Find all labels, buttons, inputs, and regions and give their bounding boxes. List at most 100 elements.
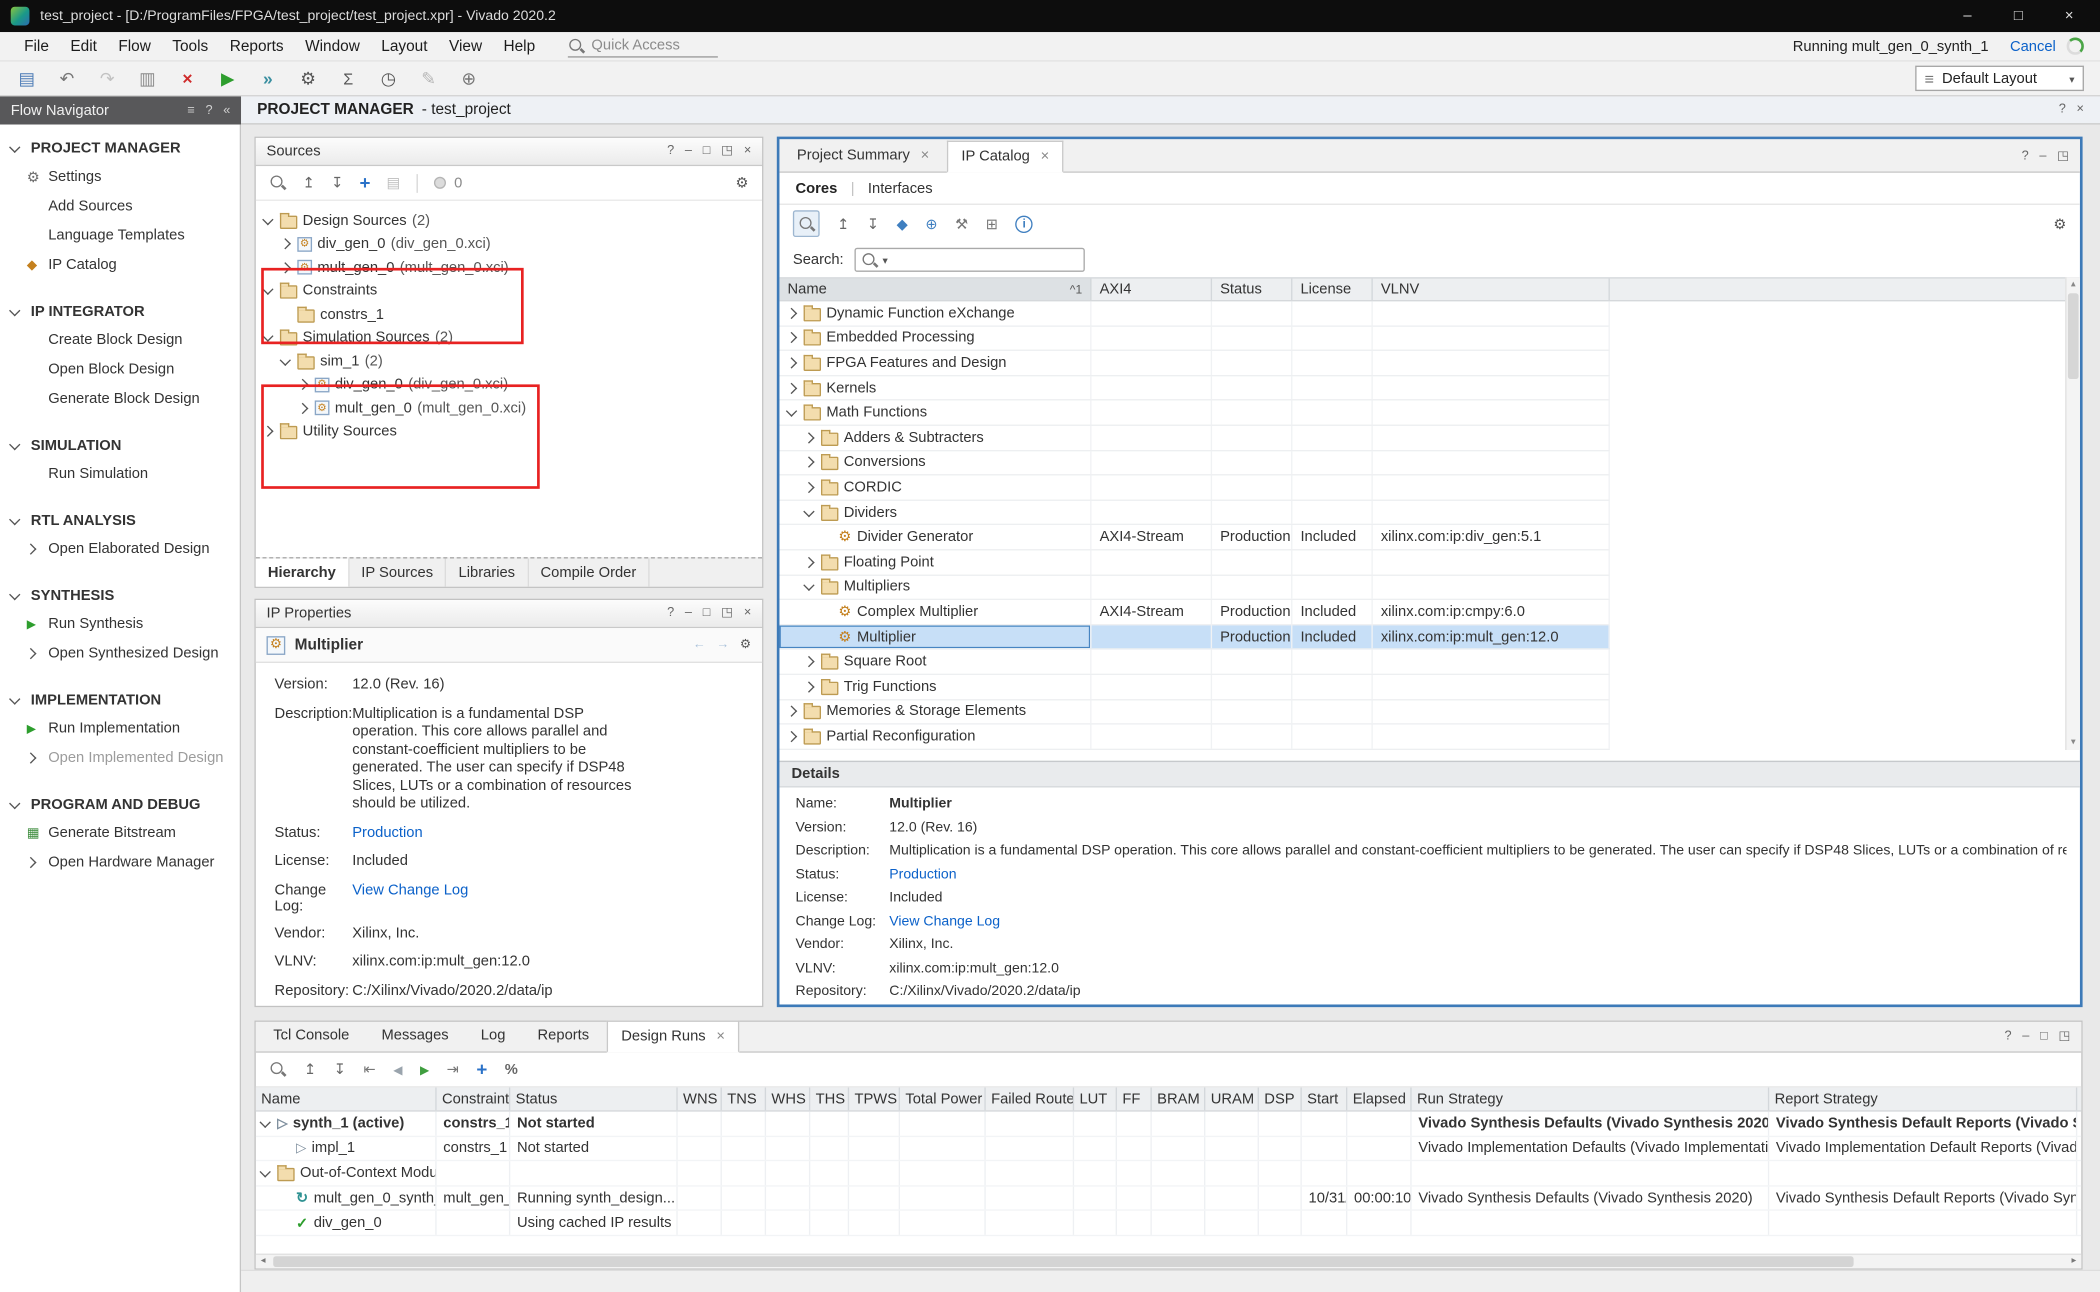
- chevron-right-icon[interactable]: [297, 379, 308, 390]
- chevron-right-icon[interactable]: [803, 681, 814, 692]
- flow-item-run-synthesis[interactable]: Run Synthesis: [0, 609, 240, 638]
- flow-item-open-block-design[interactable]: Open Block Design: [0, 355, 240, 384]
- chevron-right-icon[interactable]: [803, 556, 814, 567]
- collapse-all-icon[interactable]: [304, 1061, 316, 1078]
- run-icon[interactable]: [217, 68, 238, 89]
- column-header-lut[interactable]: LUT: [1074, 1088, 1117, 1111]
- sources-tab-ip-sources[interactable]: IP Sources: [349, 558, 446, 586]
- catalog-row-floating-point[interactable]: Floating Point: [779, 550, 1609, 575]
- chevron-down-icon[interactable]: [803, 580, 814, 591]
- gear-icon[interactable]: [740, 638, 751, 651]
- run-row-synth-1-active[interactable]: synth_1 (active)constrs_1Not startedViva…: [256, 1112, 2081, 1137]
- chevron-down-icon[interactable]: [280, 354, 291, 365]
- expand-all-icon[interactable]: [334, 1061, 346, 1078]
- chevron-down-icon[interactable]: [9, 798, 20, 809]
- column-header-license[interactable]: License: [1292, 279, 1372, 300]
- menu-file[interactable]: File: [13, 35, 59, 56]
- flow-item-open-hardware-manager[interactable]: Open Hardware Manager: [0, 848, 240, 877]
- column-header-axi4[interactable]: AXI4: [1092, 279, 1213, 300]
- source-item-div-gen-0[interactable]: div_gen_0(div_gen_0.xci): [256, 373, 762, 396]
- field-value[interactable]: View Change Log: [889, 913, 1000, 929]
- source-item-div-gen-0[interactable]: div_gen_0(div_gen_0.xci): [256, 232, 762, 255]
- history-icon[interactable]: [378, 68, 399, 89]
- horizontal-scrollbar[interactable]: [256, 1254, 2081, 1269]
- source-item-utility-sources[interactable]: Utility Sources: [256, 420, 762, 443]
- flow-item-run-implementation[interactable]: Run Implementation: [0, 714, 240, 743]
- close-icon[interactable]: [716, 1029, 725, 1045]
- catalog-row-partial-reconfiguration[interactable]: Partial Reconfiguration: [779, 725, 1609, 750]
- export-spreadsheet-icon[interactable]: [986, 215, 998, 232]
- tab-tcl-console[interactable]: Tcl Console: [258, 1019, 364, 1051]
- chevron-right-icon[interactable]: [280, 238, 291, 249]
- catalog-row-adders-subtracters[interactable]: Adders & Subtracters: [779, 426, 1609, 451]
- chevron-right-icon[interactable]: [786, 332, 797, 343]
- step-back-icon[interactable]: [393, 1061, 402, 1077]
- sources-tab-compile-order[interactable]: Compile Order: [528, 558, 649, 586]
- save-icon[interactable]: [16, 68, 37, 89]
- scroll-right-icon[interactable]: [2067, 1255, 2082, 1268]
- chevron-right-icon[interactable]: [786, 307, 797, 318]
- maximize-icon[interactable]: [703, 145, 711, 158]
- catalog-row-fpga-features-and-design[interactable]: FPGA Features and Design: [779, 351, 1609, 376]
- column-header-name[interactable]: Name^1: [779, 279, 1091, 300]
- add-sources-icon[interactable]: [360, 173, 371, 192]
- column-header-whs[interactable]: WHS: [766, 1088, 810, 1111]
- menu-layout[interactable]: Layout: [371, 35, 439, 56]
- close-icon[interactable]: [744, 607, 751, 620]
- run-row-mult-gen-0-synth-1[interactable]: mult_gen_0_synth_1mult_gen_0Running synt…: [256, 1186, 2081, 1211]
- catalog-row-cordic[interactable]: CORDIC: [779, 476, 1609, 501]
- catalog-row-complex-multiplier[interactable]: Complex MultiplierAXI4-StreamProductionI…: [779, 600, 1609, 625]
- minimize-icon[interactable]: [2022, 1030, 2029, 1043]
- flow-item-language-templates[interactable]: Language Templates: [0, 221, 240, 250]
- minimize-icon[interactable]: [685, 607, 692, 620]
- column-header-status[interactable]: Status: [510, 1088, 677, 1111]
- flow-item-create-block-design[interactable]: Create Block Design: [0, 325, 240, 354]
- float-icon[interactable]: [2059, 1030, 2071, 1043]
- help-icon[interactable]: [2022, 150, 2029, 163]
- help-icon[interactable]: [667, 607, 674, 620]
- chevron-down-icon[interactable]: [803, 505, 814, 516]
- scroll-down-icon[interactable]: [2067, 735, 2080, 750]
- field-value[interactable]: View Change Log: [352, 882, 639, 914]
- close-icon[interactable]: [921, 147, 930, 163]
- chevron-down-icon[interactable]: [259, 1166, 270, 1177]
- catalog-row-multipliers[interactable]: Multipliers: [779, 575, 1609, 600]
- undo-icon[interactable]: [56, 68, 77, 89]
- tab-project-summary[interactable]: Project Summary: [782, 139, 944, 171]
- column-header-ths[interactable]: THS: [810, 1088, 849, 1111]
- source-item-design-sources[interactable]: Design Sources(2): [256, 209, 762, 232]
- help-icon[interactable]: [2004, 1030, 2011, 1043]
- back-icon[interactable]: [693, 638, 706, 651]
- run-row-div-gen-0[interactable]: div_gen_0Using cached IP results: [256, 1211, 2081, 1236]
- catalog-row-trig-functions[interactable]: Trig Functions: [779, 675, 1609, 700]
- close-button[interactable]: [2060, 8, 2079, 24]
- report-summary-icon[interactable]: [338, 68, 359, 89]
- launch-runs-icon[interactable]: [420, 1061, 429, 1077]
- sources-tab-libraries[interactable]: Libraries: [446, 558, 528, 586]
- chevron-down-icon[interactable]: [262, 284, 273, 295]
- flow-section-header-project-manager[interactable]: PROJECT MANAGER: [0, 135, 240, 162]
- column-header-wns[interactable]: WNS: [678, 1088, 722, 1111]
- flow-section-header-simulation[interactable]: SIMULATION: [0, 433, 240, 460]
- flow-section-header-synthesis[interactable]: SYNTHESIS: [0, 583, 240, 610]
- quick-access-search[interactable]: Quick Access: [567, 35, 717, 58]
- source-item-mult-gen-0[interactable]: mult_gen_0(mult_gen_0.xci): [256, 396, 762, 419]
- create-runs-icon[interactable]: [476, 1060, 487, 1079]
- chevron-right-icon[interactable]: [262, 426, 273, 437]
- column-header-elapsed[interactable]: Elapsed: [1347, 1088, 1411, 1111]
- menu-edit[interactable]: Edit: [60, 35, 108, 56]
- maximize-icon[interactable]: [2040, 1030, 2048, 1043]
- column-header-constraints[interactable]: Constraints: [437, 1088, 511, 1111]
- collapse-all-icon[interactable]: [303, 174, 315, 191]
- column-header-name[interactable]: Name: [256, 1088, 437, 1111]
- flow-item-open-elaborated-design[interactable]: Open Elaborated Design: [0, 534, 240, 563]
- minimize-icon[interactable]: [2039, 150, 2046, 163]
- collapse-panel-icon[interactable]: [223, 104, 230, 117]
- customize-ip-icon[interactable]: [955, 215, 968, 232]
- chevron-right-icon[interactable]: [25, 648, 36, 659]
- menu-tools[interactable]: Tools: [162, 35, 219, 56]
- sources-panel-header[interactable]: Sources: [256, 138, 762, 166]
- scrollbar-thumb[interactable]: [273, 1256, 1853, 1267]
- minimize-icon[interactable]: [685, 145, 692, 158]
- catalog-row-memories-storage-elements[interactable]: Memories & Storage Elements: [779, 700, 1609, 725]
